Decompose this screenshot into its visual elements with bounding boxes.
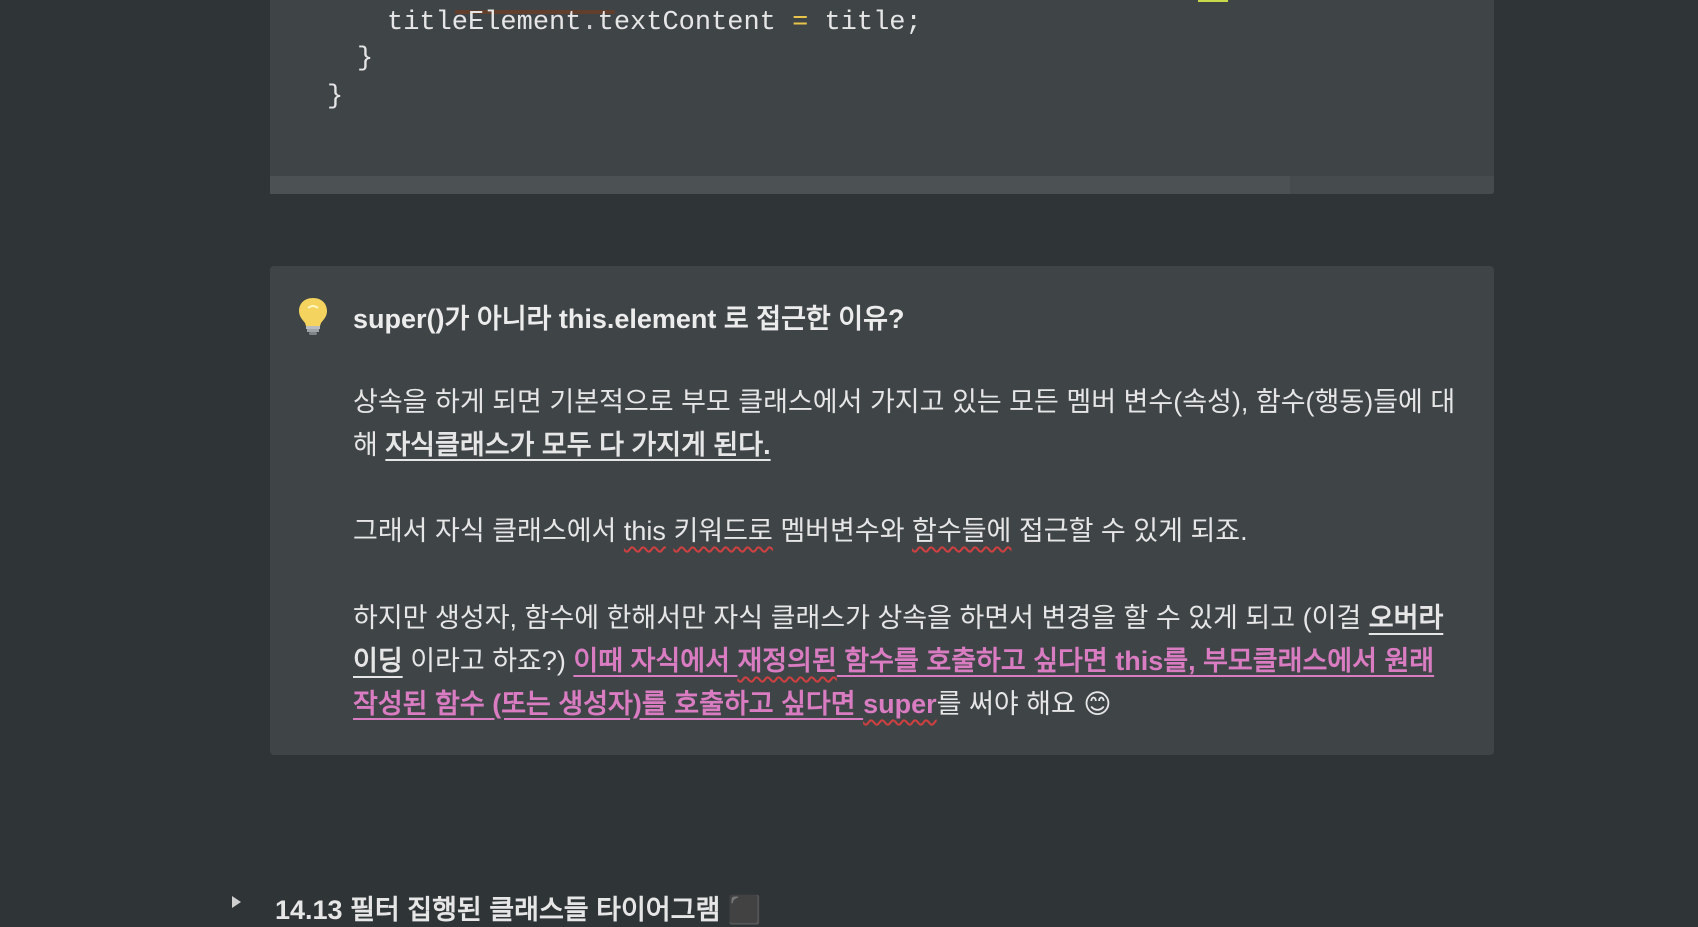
paragraph-text: 접근할 수 있게 되죠. [1011,516,1248,546]
code-line-3: } [327,82,344,112]
code-highlight-green [1198,0,1228,2]
code-token-property: textContent [597,8,776,38]
callout-title: super()가 아니라 this.element 로 접근한 이유? [353,304,905,334]
code-line-2: } [357,44,374,74]
code-horizontal-scrollbar[interactable] [270,176,1494,194]
spellcheck-word: 함수들에 [912,516,1012,546]
code-token-object: titleElement [387,8,582,38]
code-token-dot: . [581,8,598,38]
spellcheck-word: 키워드로 [673,516,773,546]
lightbulb-icon[interactable] [296,296,330,336]
code-line-1: titleElement.textContent = title; [387,8,922,38]
pink-highlight-text: 이때 자식에서 [573,646,738,676]
code-token-operator: = [792,8,809,38]
paragraph-text: 이라고 하죠?) [402,646,574,676]
spellcheck-word: this [623,516,666,546]
next-section-heading[interactable]: 14.13 필터 집행된 클래스들 타이어그램 ⬛ [275,888,761,927]
paragraph-text: 하지만 생성자, 함수에 한해서만 자식 클래스가 상속을 하면서 변경을 할 … [353,603,1369,633]
underlined-text: 자식클래스가 모두 다 가지게 된다. [385,430,771,460]
callout-paragraph-2: 그래서 자식 클래스에서 this 키워드로 멤버변수와 함수들에 접근할 수 … [353,510,1463,553]
scrollbar-thumb[interactable] [270,176,1290,194]
paragraph-text: 멤버변수와 [772,516,913,546]
paragraph-text: 를 써야 해요 😊 [936,689,1112,719]
code-token-value: title; [824,8,922,38]
pink-spellcheck-word: 재정의된 [737,646,837,676]
paragraph-text: 그래서 자식 클래스에서 [353,516,624,546]
callout-paragraph-3: 하지만 생성자, 함수에 한해서만 자식 클래스가 상속을 하면서 변경을 할 … [353,597,1463,726]
pink-spellcheck-word: super [863,689,937,719]
callout-paragraph-1: 상속을 하게 되면 기본적으로 부모 클래스에서 가지고 있는 모든 멤버 변수… [353,381,1463,467]
